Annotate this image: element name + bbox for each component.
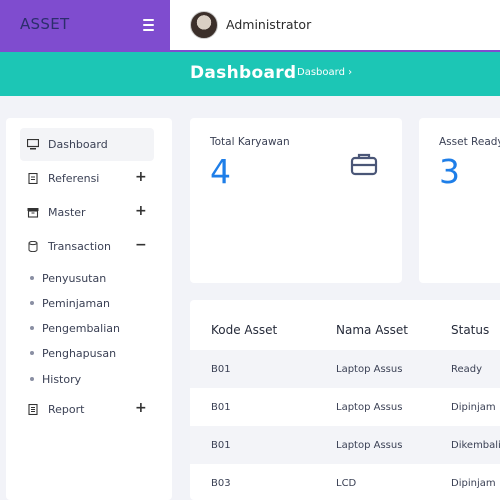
cell-status: Ready (451, 364, 483, 375)
collapse-icon[interactable]: − (135, 237, 147, 253)
page-header: Dashboard Dasboard › (0, 52, 500, 96)
sidebar: Dashboard Referensi + Master + Transacti… (6, 118, 172, 500)
card-title: Total Karyawan (210, 136, 290, 148)
cell-nama: LCD (336, 478, 357, 489)
table-row[interactable]: B01 Laptop Assus Dipinjam (190, 388, 500, 426)
table-row[interactable]: B01 Laptop Assus Ready (190, 350, 500, 388)
expand-icon[interactable]: + (135, 203, 147, 219)
sidebar-item-label: Referensi (48, 172, 100, 185)
stat-card-asset-ready: Asset Ready 3 (419, 118, 500, 283)
stat-card-total-karyawan: Total Karyawan 4 (190, 118, 402, 283)
cell-kode: B01 (211, 364, 231, 375)
cell-nama: Laptop Assus (336, 402, 403, 413)
sidebar-item-label: Dashboard (48, 138, 108, 151)
brand-bar: ASSET (0, 0, 170, 52)
document-icon (28, 173, 38, 184)
cell-nama: Laptop Assus (336, 364, 403, 375)
cell-nama: Laptop Assus (336, 440, 403, 451)
sidebar-subitem-label: Penghapusan (42, 347, 117, 360)
cell-kode: B01 (211, 440, 231, 451)
sidebar-subitem-label: Pengembalian (42, 322, 120, 335)
bullet-icon (30, 351, 34, 355)
sidebar-subitem-label: History (42, 373, 82, 386)
briefcase-icon (350, 153, 378, 176)
monitor-icon (27, 139, 39, 150)
sidebar-item-master[interactable]: Master + (20, 196, 154, 229)
menu-icon[interactable] (143, 19, 154, 31)
sidebar-item-referensi[interactable]: Referensi + (20, 162, 154, 195)
card-title: Asset Ready (439, 136, 500, 148)
column-header: Kode Asset (211, 323, 278, 337)
table-row[interactable]: B01 Laptop Assus Dikembali (190, 426, 500, 464)
bullet-icon (30, 326, 34, 330)
sidebar-subitem-penyusutan[interactable]: Penyusutan (30, 272, 106, 285)
brand-name[interactable]: ASSET (20, 15, 69, 33)
expand-icon[interactable]: + (135, 400, 147, 416)
card-value: 3 (439, 152, 460, 191)
sidebar-subitem-label: Penyusutan (42, 272, 107, 285)
sidebar-subitem-peminjaman[interactable]: Peminjaman (30, 297, 110, 310)
sidebar-item-label: Master (48, 206, 86, 219)
sidebar-item-label: Transaction (48, 240, 111, 253)
sidebar-subitem-penghapusan[interactable]: Penghapusan (30, 347, 116, 360)
column-header: Nama Asset (336, 323, 408, 337)
user-name[interactable]: Administrator (226, 17, 311, 32)
top-bar: Administrator (170, 0, 500, 52)
bullet-icon (30, 301, 34, 305)
cell-status: Dikembali (451, 440, 500, 451)
cell-kode: B03 (211, 478, 231, 489)
cell-kode: B01 (211, 402, 231, 413)
bullet-icon (30, 276, 34, 280)
sidebar-subitem-label: Peminjaman (42, 297, 110, 310)
database-icon (28, 241, 38, 252)
cell-status: Dipinjam (451, 402, 496, 413)
expand-icon[interactable]: + (135, 169, 147, 185)
card-value: 4 (210, 152, 231, 191)
bullet-icon (30, 377, 34, 381)
table-row[interactable]: B03 LCD Dipinjam (190, 464, 500, 500)
breadcrumb[interactable]: Dasboard › (297, 67, 352, 78)
sidebar-subitem-pengembalian[interactable]: Pengembalian (30, 322, 120, 335)
sidebar-item-dashboard[interactable]: Dashboard (20, 128, 154, 161)
sidebar-item-transaction[interactable]: Transaction − (20, 230, 154, 263)
cell-status: Dipinjam (451, 478, 496, 489)
asset-table: Kode Asset Nama Asset Status B01 Laptop … (190, 300, 500, 500)
report-icon (28, 404, 38, 415)
column-header: Status (451, 323, 490, 337)
archive-icon (27, 208, 39, 218)
sidebar-item-report[interactable]: Report + (20, 393, 154, 426)
avatar[interactable] (190, 11, 218, 39)
sidebar-subitem-history[interactable]: History (30, 373, 81, 386)
page-title: Dashboard (190, 63, 297, 83)
sidebar-item-label: Report (48, 403, 85, 416)
